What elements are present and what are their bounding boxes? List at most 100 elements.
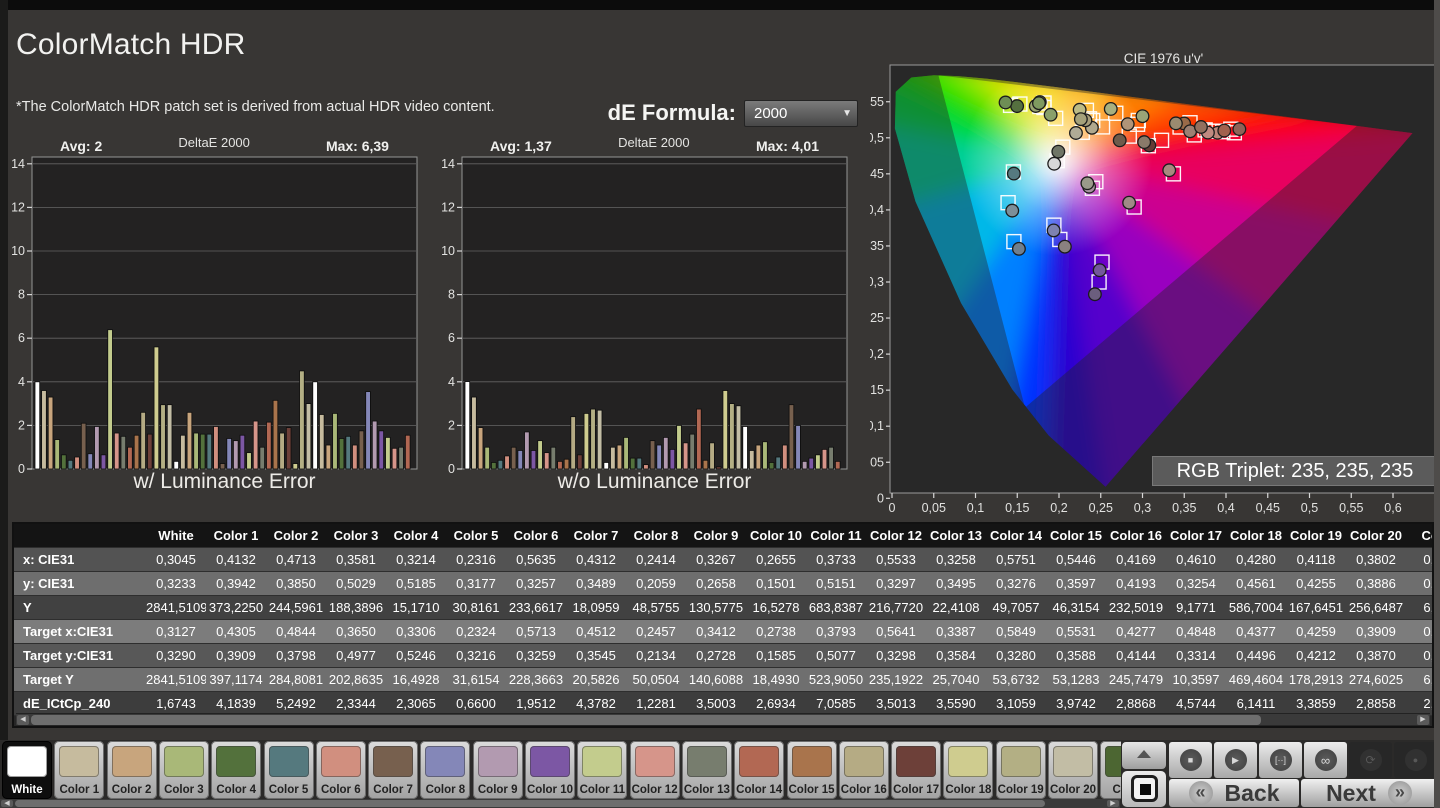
patch-color-5[interactable]: Color 5 xyxy=(263,741,314,799)
bar xyxy=(325,444,332,470)
table-cell: 53,6732 xyxy=(992,672,1040,687)
table-cell: 0,3489 xyxy=(576,576,616,591)
bar xyxy=(709,442,715,470)
y-tick-label: 0 xyxy=(448,462,455,476)
table-cell: 0,5849 xyxy=(996,624,1036,639)
row-label: Y xyxy=(23,600,32,615)
patch-window-button[interactable] xyxy=(1122,771,1166,807)
bar xyxy=(464,381,471,470)
bar xyxy=(808,457,815,470)
patch-swatch xyxy=(268,746,309,777)
patch-colo[interactable]: Colo xyxy=(1100,741,1121,799)
patch-color-19[interactable]: Color 19 xyxy=(995,741,1046,799)
patch-color-16[interactable]: Color 16 xyxy=(838,741,889,799)
scroll-left-arrow-icon[interactable]: ◀ xyxy=(1,800,13,807)
table-cell: 10,3597 xyxy=(1172,672,1220,687)
table-cell: 0,3942 xyxy=(216,576,256,591)
patch-scroll-up-button[interactable] xyxy=(1122,742,1166,769)
table-cell: 18,0959 xyxy=(572,600,620,615)
patch-swatch xyxy=(896,746,937,777)
patch-window-icon xyxy=(1131,775,1158,802)
chart2-deltae-label: DeltaE 2000 xyxy=(618,135,690,150)
patch-color-1[interactable]: Color 1 xyxy=(54,741,105,799)
patch-horizontal-scrollbar[interactable]: ◀ ▶ xyxy=(0,799,1120,808)
bar xyxy=(801,460,808,470)
patch-label: Color 9 xyxy=(477,784,518,796)
table-cell: 0,5533 xyxy=(876,552,916,567)
patch-color-10[interactable]: Color 10 xyxy=(525,741,575,799)
patch-color-2[interactable]: Color 2 xyxy=(106,741,157,799)
y-tick-label: 0,4 xyxy=(870,203,884,217)
table-cell: 2,8868 xyxy=(1116,696,1156,711)
next-button[interactable]: Next » xyxy=(1301,779,1437,807)
patch-color-14[interactable]: Color 14 xyxy=(734,741,785,799)
scroll-left-arrow-icon[interactable]: ◀ xyxy=(17,715,29,725)
bar xyxy=(696,408,702,470)
table-horizontal-scrollbar[interactable]: ◀ ▶ xyxy=(16,713,1430,725)
plot-area xyxy=(31,156,418,470)
continuous-icon: ∞ xyxy=(1314,749,1337,771)
cie-chromaticity-chart: CIE 1976 u'v' 00,050,10,150,20,250,30,35… xyxy=(870,40,1440,520)
table-cell: 284,8081 xyxy=(268,672,324,687)
patch-color-4[interactable]: Color 4 xyxy=(211,741,262,799)
table-scrollbar-thumb[interactable] xyxy=(31,715,1261,725)
table-cell: 0,3412 xyxy=(696,624,736,639)
table-cell: 586,7004 xyxy=(1228,600,1284,615)
x-tick-label: 0,2 xyxy=(1050,501,1067,515)
patch-color-18[interactable]: Color 18 xyxy=(943,741,994,799)
table-cell: 0,3798 xyxy=(276,648,316,663)
back-button[interactable]: « Back xyxy=(1169,779,1299,807)
patch-color-17[interactable]: Color 17 xyxy=(891,741,942,799)
table-cell: 0,1585 xyxy=(756,648,796,663)
y-tick-label: 14 xyxy=(441,157,455,171)
chart-with-luminance-error: Avg: 2 DeltaE 2000 Max: 6,39 0 2 4 6 8 10 12 14… xyxy=(2,135,444,508)
bar xyxy=(729,403,735,470)
patch-color-20[interactable]: Color 20 xyxy=(1048,741,1098,799)
continuous-button[interactable]: ∞ xyxy=(1304,742,1347,778)
bar xyxy=(676,424,682,470)
table-cell: 0,4561 xyxy=(1236,576,1276,591)
patch-color-11[interactable]: Color 11 xyxy=(577,741,628,799)
patch-color-13[interactable]: Color 13 xyxy=(681,741,732,799)
patch-swatch xyxy=(791,746,832,777)
patch-color-3[interactable]: Color 3 xyxy=(158,741,209,799)
patch-color-9[interactable]: Color 9 xyxy=(472,741,523,799)
patch-swatch xyxy=(477,746,518,777)
table-cell: 0,4496 xyxy=(1236,648,1276,663)
patch-color-8[interactable]: Color 8 xyxy=(420,741,471,799)
patch-color-6[interactable]: Color 6 xyxy=(315,741,366,799)
bar xyxy=(292,463,299,470)
bar xyxy=(61,454,67,470)
measured-marker xyxy=(1080,176,1095,191)
scroll-right-arrow-icon[interactable]: ▶ xyxy=(1107,800,1119,807)
loop-button[interactable]: [··] xyxy=(1259,742,1302,778)
y-tick-label: 0,05 xyxy=(870,455,884,469)
measured-marker xyxy=(1137,135,1152,150)
patch-white[interactable]: White xyxy=(2,741,52,799)
stop-button[interactable]: ■ xyxy=(1169,742,1212,778)
table-cell: 2,8858 xyxy=(1356,696,1396,711)
scroll-right-arrow-icon[interactable]: ▶ xyxy=(1417,715,1429,725)
y-tick-label: 0,1 xyxy=(870,419,884,433)
de-formula-dropdown[interactable]: 2000 ▼ xyxy=(744,100,858,127)
patch-color-15[interactable]: Color 15 xyxy=(786,741,837,799)
patch-color-12[interactable]: Color 12 xyxy=(629,741,680,799)
measured-marker xyxy=(1217,123,1232,138)
play-button[interactable]: ▶ xyxy=(1214,742,1257,778)
bar xyxy=(821,448,828,470)
patch-label: Colo xyxy=(1112,784,1121,796)
bar xyxy=(775,456,781,470)
patch-color-7[interactable]: Color 7 xyxy=(368,741,419,799)
table-cell: 0,5446 xyxy=(1056,552,1096,567)
table-cell: 0,4169 xyxy=(1116,552,1156,567)
x-tick-label: 0,3 xyxy=(1134,501,1151,515)
table-cell: 48,5755 xyxy=(632,600,680,615)
window-top-strip xyxy=(0,0,1440,10)
bar xyxy=(338,438,345,470)
chart1-plot: 0 2 4 6 8 10 12 14 xyxy=(11,156,418,476)
table-cell: 1,2281 xyxy=(636,696,676,711)
bar xyxy=(180,434,186,470)
y-tick-label: 10 xyxy=(441,244,455,258)
patch-scrollbar-thumb[interactable] xyxy=(15,800,1045,807)
table-cell: 2841,5109 xyxy=(146,600,206,615)
